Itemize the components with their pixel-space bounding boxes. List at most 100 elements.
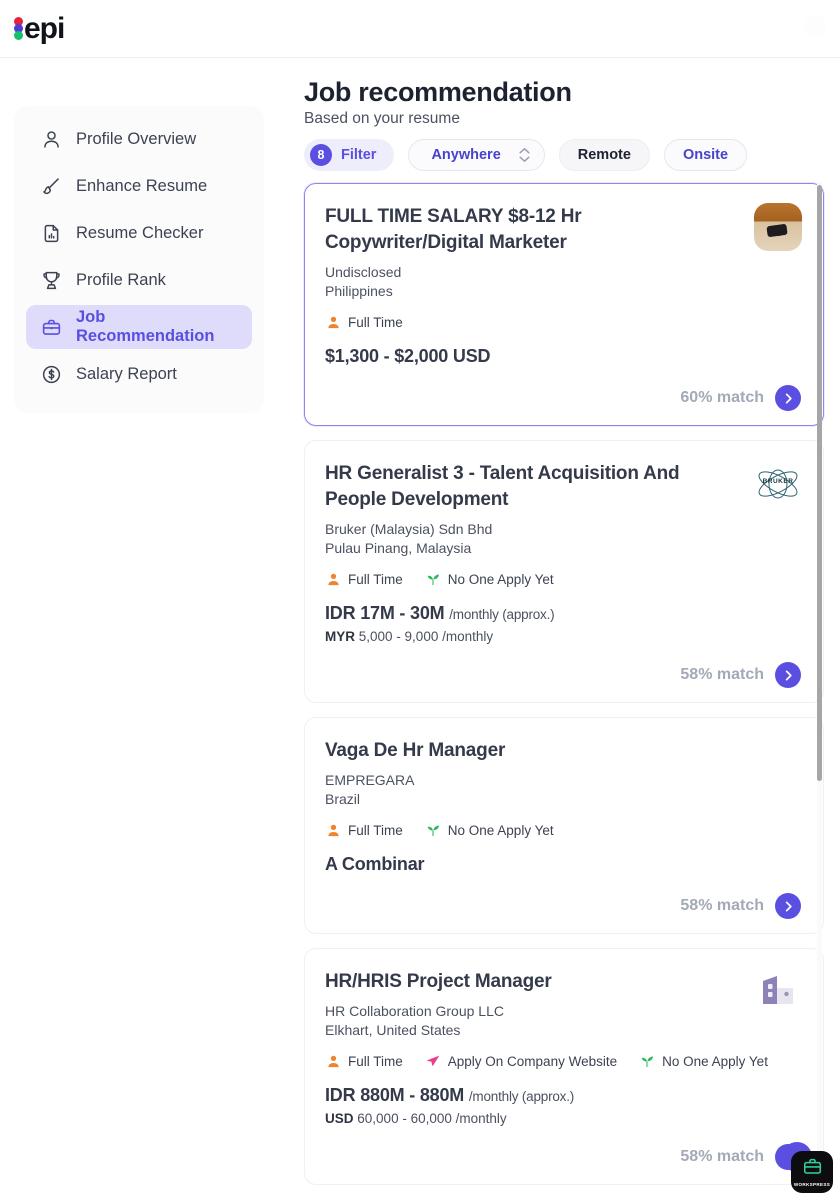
tag-full-time: Full Time bbox=[325, 822, 403, 838]
building-icon bbox=[757, 972, 799, 1012]
sidebar-item-label: Profile Overview bbox=[76, 129, 197, 148]
briefcase-icon bbox=[40, 316, 62, 338]
main-content: Job recommendation Based on your resume … bbox=[304, 76, 824, 1199]
job-card[interactable]: HR/HRIS Project Manager HR Collaboration… bbox=[304, 948, 824, 1185]
salary-unit: /monthly (approx.) bbox=[468, 1089, 575, 1104]
tag-label: Full Time bbox=[348, 314, 403, 330]
top-bar: epi bbox=[0, 0, 840, 58]
onsite-filter-button[interactable]: Onsite bbox=[663, 139, 748, 171]
job-title: FULL TIME SALARY $8-12 Hr Copywriter/Dig… bbox=[325, 206, 582, 253]
sidebar-item-label: Resume Checker bbox=[76, 223, 204, 242]
salary-currency: USD bbox=[325, 1111, 354, 1126]
company-logo bbox=[753, 202, 803, 252]
job-location: Brazil bbox=[325, 791, 361, 807]
avatar[interactable] bbox=[804, 15, 826, 37]
open-job-button[interactable] bbox=[775, 662, 801, 688]
sidebar-item-enhance-resume[interactable]: Enhance Resume bbox=[26, 164, 252, 208]
sidebar: Profile Overview Enhance Resume Resume C… bbox=[14, 106, 264, 413]
tag-label: No One Apply Yet bbox=[447, 571, 554, 587]
match-score: 58% match bbox=[680, 1148, 764, 1165]
job-card[interactable]: BRUKER HR Generalist 3 - Talent Acquisit… bbox=[304, 440, 824, 703]
open-job-button[interactable] bbox=[775, 893, 801, 919]
sidebar-item-job-recommendation[interactable]: Job Recommendation bbox=[26, 305, 252, 349]
job-title: HR Generalist 3 - Talent Acquisition And… bbox=[325, 463, 680, 510]
page-subtitle: Based on your resume bbox=[304, 110, 460, 127]
job-card-footer: 58% match bbox=[325, 893, 801, 919]
job-salary: $1,300 - $2,000 USD bbox=[325, 346, 801, 367]
filter-count-badge: 8 bbox=[310, 144, 332, 166]
job-company: Bruker (Malaysia) Sdn Bhd bbox=[325, 521, 493, 537]
location-select-label: Anywhere bbox=[431, 147, 501, 163]
sidebar-item-label: Enhance Resume bbox=[76, 176, 208, 195]
user-icon bbox=[40, 128, 62, 150]
job-salary-secondary: USD 60,000 - 60,000 /monthly bbox=[325, 1111, 801, 1126]
seedling-icon bbox=[639, 1053, 655, 1069]
workspress-widget-button[interactable]: WORKSPRESS bbox=[791, 1151, 833, 1193]
job-salary: IDR 880M - 880M /monthly (approx.) bbox=[325, 1085, 801, 1106]
page-title: Job recommendation bbox=[304, 77, 572, 107]
open-job-button[interactable] bbox=[775, 385, 801, 411]
filter-label: Filter bbox=[341, 147, 377, 163]
person-filled-icon bbox=[325, 314, 341, 330]
job-title: Vaga De Hr Manager bbox=[325, 740, 506, 761]
tag-label: No One Apply Yet bbox=[447, 822, 554, 838]
paintbrush-icon bbox=[40, 175, 62, 197]
sidebar-item-resume-checker[interactable]: Resume Checker bbox=[26, 211, 252, 255]
bruker-wordmark: BRUKER bbox=[762, 478, 794, 485]
filter-button[interactable]: 8 Filter bbox=[304, 139, 395, 171]
tag-full-time: Full Time bbox=[325, 1053, 403, 1069]
job-card-footer: 58% match bbox=[325, 662, 801, 688]
job-card[interactable]: FULL TIME SALARY $8-12 Hr Copywriter/Dig… bbox=[304, 183, 824, 426]
sidebar-item-label: Salary Report bbox=[76, 364, 177, 383]
salary-amount: IDR 880M - 880M bbox=[325, 1085, 465, 1105]
person-filled-icon bbox=[325, 571, 341, 587]
job-company: Undisclosed bbox=[325, 264, 402, 280]
sidebar-item-label: Job Recommendation bbox=[76, 308, 215, 345]
job-tags: Full Time No One Apply Yet bbox=[325, 571, 801, 587]
salary-amount: $1,300 - $2,000 USD bbox=[325, 346, 491, 366]
brand-name: epi bbox=[24, 11, 65, 45]
seedling-icon bbox=[425, 822, 441, 838]
job-location: Elkhart, United States bbox=[325, 1022, 461, 1038]
salary-secondary-value: 60,000 - 60,000 /monthly bbox=[357, 1111, 507, 1126]
scrollbar-thumb[interactable] bbox=[817, 185, 822, 781]
job-title: HR/HRIS Project Manager bbox=[325, 971, 552, 992]
salary-currency: MYR bbox=[325, 629, 355, 644]
job-salary: IDR 17M - 30M /monthly (approx.) bbox=[325, 603, 801, 624]
tag-full-time: Full Time bbox=[325, 571, 403, 587]
top-bar-account[interactable] bbox=[766, 12, 826, 40]
tag-no-applicants: No One Apply Yet bbox=[639, 1053, 768, 1069]
tag-label: No One Apply Yet bbox=[662, 1053, 768, 1069]
dollar-circle-icon bbox=[40, 363, 62, 385]
job-card-footer: 60% match bbox=[325, 385, 801, 411]
sidebar-item-label: Profile Rank bbox=[76, 270, 166, 289]
widget-label: WORKSPRESS bbox=[793, 1182, 831, 1187]
company-logo bbox=[753, 967, 803, 1017]
salary-unit: /monthly (approx.) bbox=[449, 607, 555, 622]
sidebar-item-profile-overview[interactable]: Profile Overview bbox=[26, 117, 252, 161]
job-location: Pulau Pinang, Malaysia bbox=[325, 540, 472, 556]
job-tags: Full Time Apply On Company Website No On… bbox=[325, 1053, 801, 1069]
match-score: 58% match bbox=[680, 666, 764, 683]
location-select[interactable]: Anywhere bbox=[408, 139, 545, 171]
job-tags: Full Time bbox=[325, 314, 801, 330]
paper-plane-icon bbox=[425, 1053, 441, 1069]
brand-logo[interactable]: epi bbox=[14, 11, 65, 45]
job-card[interactable]: Vaga De Hr Manager EMPREGARA Brazil Full… bbox=[304, 717, 824, 934]
match-score: 60% match bbox=[680, 389, 764, 406]
job-company: EMPREGARA bbox=[325, 772, 415, 788]
salary-amount: IDR 17M - 30M bbox=[325, 603, 445, 623]
job-salary: A Combinar bbox=[325, 854, 801, 875]
tag-full-time: Full Time bbox=[325, 314, 403, 330]
tag-apply-on-company-website[interactable]: Apply On Company Website bbox=[425, 1053, 617, 1069]
seedling-icon bbox=[425, 571, 441, 587]
person-filled-icon bbox=[325, 1053, 341, 1069]
sidebar-item-profile-rank[interactable]: Profile Rank bbox=[26, 258, 252, 302]
job-list: FULL TIME SALARY $8-12 Hr Copywriter/Dig… bbox=[304, 183, 824, 1185]
job-company: HR Collaboration Group LLC bbox=[325, 1003, 504, 1019]
tag-no-applicants: No One Apply Yet bbox=[425, 822, 554, 838]
tag-label: Full Time bbox=[348, 1053, 403, 1069]
sidebar-item-salary-report[interactable]: Salary Report bbox=[26, 352, 252, 396]
tag-no-applicants: No One Apply Yet bbox=[425, 571, 554, 587]
remote-filter-button[interactable]: Remote bbox=[558, 139, 650, 171]
